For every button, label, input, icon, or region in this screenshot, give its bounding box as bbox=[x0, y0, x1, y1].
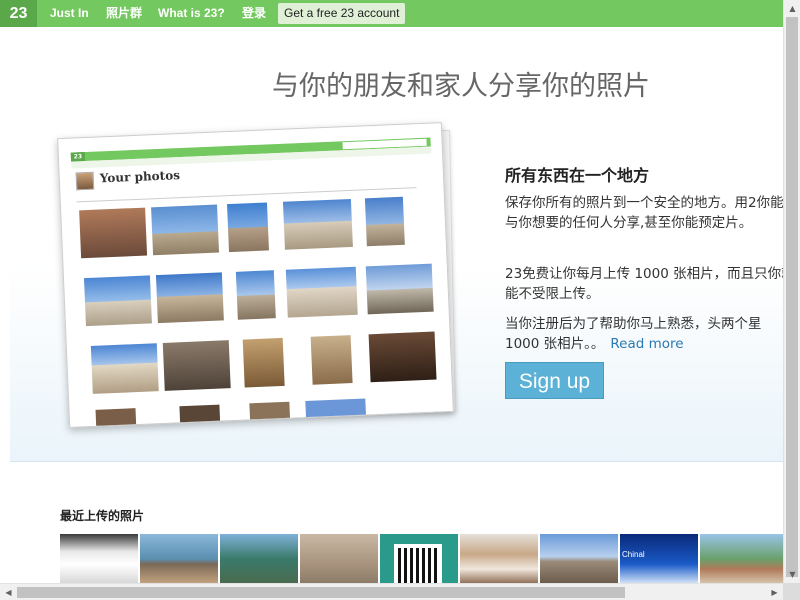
scroll-left-arrow-icon[interactable]: ◀ bbox=[0, 584, 17, 600]
read-more-link[interactable]: Read more bbox=[610, 336, 683, 352]
signup-button[interactable]: Sign up bbox=[505, 362, 604, 399]
mockup-photo bbox=[83, 275, 152, 327]
mockup-title: Your photos bbox=[99, 168, 181, 186]
nav-login[interactable]: 登录 bbox=[242, 0, 266, 27]
recent-photo-thumb[interactable] bbox=[140, 534, 218, 584]
site-logo[interactable]: 23 bbox=[0, 0, 37, 27]
scroll-down-arrow-icon[interactable]: ▼ bbox=[784, 566, 800, 583]
intro-paragraph: 保存你所有的照片到一个安全的地方。用2你能与你想要的任何人分享,甚至你能预定片。 bbox=[505, 195, 784, 231]
mockup-photo bbox=[151, 204, 220, 256]
recent-photo-thumb[interactable] bbox=[540, 534, 618, 584]
qr-code-image bbox=[394, 544, 442, 584]
recent-photo-thumb[interactable] bbox=[700, 534, 783, 584]
horizontal-scrollbar[interactable]: ◀ ▶ bbox=[0, 583, 783, 600]
hero-title: 与你的朋友和家人分享你的照片 bbox=[272, 71, 650, 102]
onboarding-paragraph: 当你注册后为了帮助你马上熟悉，头两个星1000 张相片。。 Read more bbox=[505, 314, 795, 354]
recent-photo-thumb[interactable]: Chinal bbox=[620, 534, 698, 584]
mockup-photo bbox=[364, 196, 405, 247]
section-heading: 所有东西在一个地方 bbox=[505, 166, 650, 185]
mockup-photo bbox=[235, 270, 276, 320]
nav-groups[interactable]: 照片群 bbox=[106, 0, 142, 27]
nav-just-in[interactable]: Just In bbox=[50, 0, 89, 27]
recent-photo-thumb[interactable] bbox=[220, 534, 298, 584]
mockup-photo bbox=[227, 202, 269, 253]
mockup-photo bbox=[95, 408, 137, 428]
mockup-photo bbox=[155, 272, 224, 324]
nav-what-is-23[interactable]: What is 23? bbox=[158, 0, 225, 27]
recent-photo-thumb[interactable] bbox=[60, 534, 138, 584]
app-mockup-image: 23 Your photos bbox=[57, 122, 454, 428]
mockup-photo bbox=[242, 337, 285, 388]
scroll-up-arrow-icon[interactable]: ▲ bbox=[784, 0, 800, 17]
mockup-photo bbox=[79, 207, 148, 259]
recent-photos-title: 最近上传的照片 bbox=[60, 509, 145, 523]
free-plan-paragraph: 23免费让你每月上传 1000 张相片，而且只你就能不受限上传。 bbox=[505, 266, 795, 302]
recent-photo-thumb[interactable] bbox=[300, 534, 378, 584]
scroll-right-arrow-icon[interactable]: ▶ bbox=[766, 584, 783, 600]
mockup-photo bbox=[90, 343, 159, 394]
thumb-caption: Chinal bbox=[622, 550, 645, 559]
vertical-scrollbar[interactable]: ▲ ▼ bbox=[783, 0, 800, 583]
recent-photo-thumb[interactable] bbox=[380, 534, 458, 584]
scrollbar-corner bbox=[783, 583, 800, 600]
mockup-photo bbox=[368, 331, 437, 383]
mockup-photo bbox=[365, 263, 434, 315]
mockup-photo bbox=[310, 335, 353, 385]
mockup-avatar bbox=[75, 171, 95, 191]
top-nav: 23 Just In 照片群 What is 23? 登录 Get a free… bbox=[0, 0, 783, 27]
recent-photo-thumb[interactable] bbox=[460, 534, 538, 584]
vertical-scroll-thumb[interactable] bbox=[786, 17, 798, 577]
horizontal-scroll-thumb[interactable] bbox=[17, 587, 625, 598]
mockup-photo bbox=[282, 198, 353, 250]
mockup-photo bbox=[285, 266, 358, 318]
get-free-account-button[interactable]: Get a free 23 account bbox=[278, 3, 406, 24]
mockup-photo bbox=[162, 340, 231, 391]
